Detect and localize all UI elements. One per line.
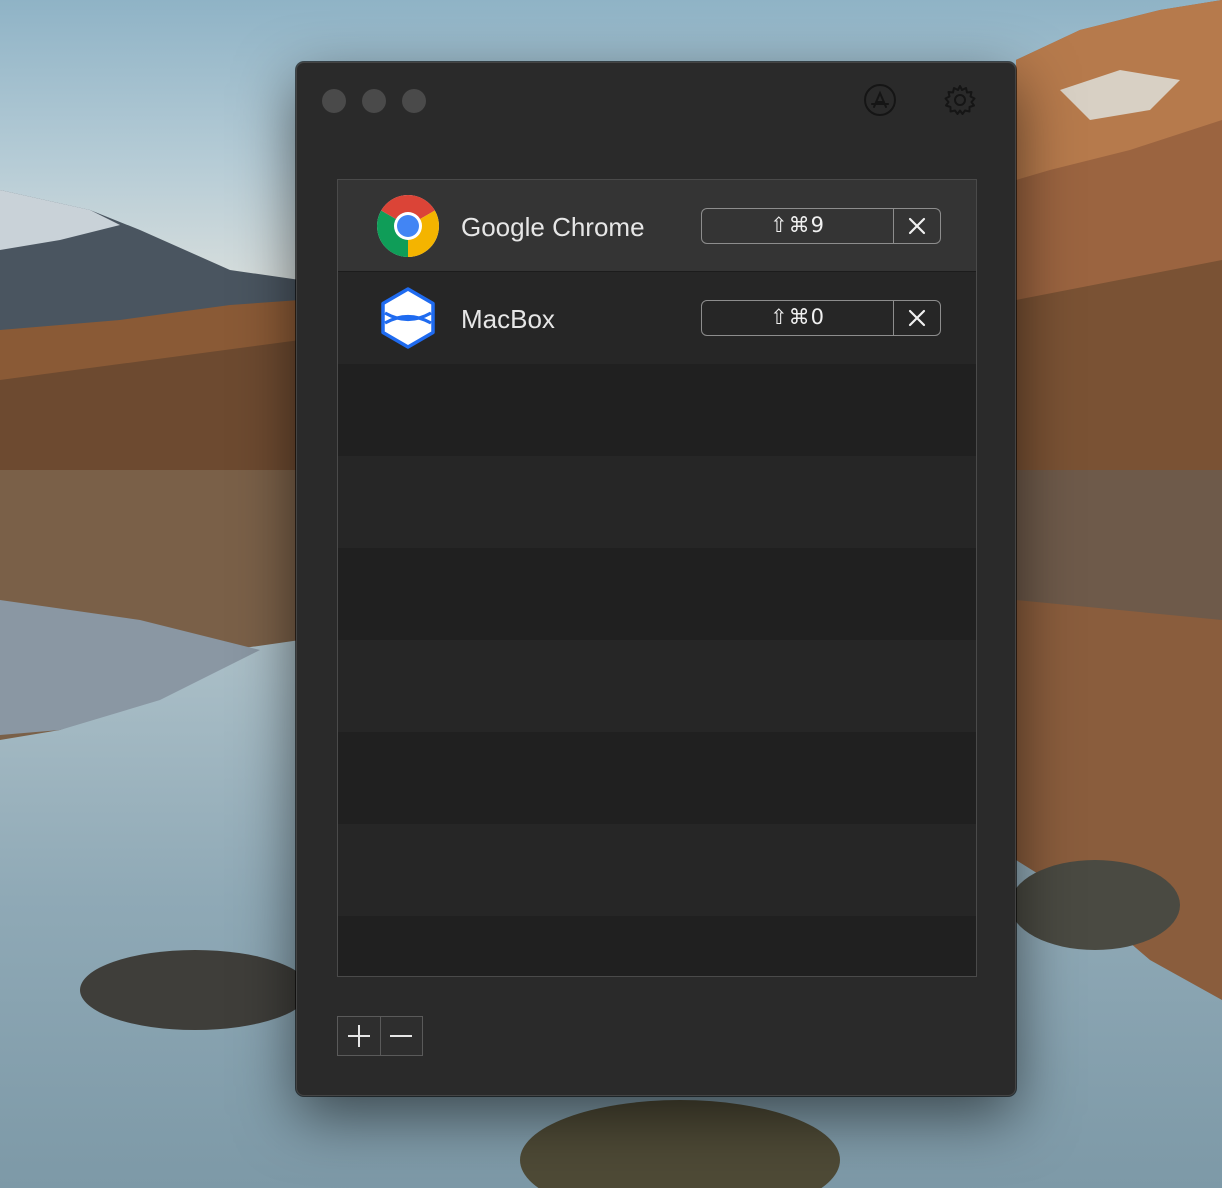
empty-row — [338, 824, 976, 916]
window-controls — [322, 89, 426, 113]
settings-button[interactable] — [943, 83, 977, 117]
zoom-button[interactable] — [402, 89, 426, 113]
app-store-icon — [864, 84, 896, 116]
chrome-icon — [376, 195, 440, 257]
close-button[interactable] — [322, 89, 346, 113]
gear-icon — [944, 85, 976, 115]
plus-icon — [347, 1025, 370, 1047]
macbox-icon — [381, 287, 435, 349]
empty-row — [338, 364, 976, 456]
remove-app-button[interactable] — [379, 1017, 423, 1055]
app-name: MacBox — [461, 304, 555, 334]
minus-icon — [390, 1035, 413, 1037]
app-name: Google Chrome — [461, 212, 645, 242]
wallpaper-rock — [1010, 860, 1180, 950]
shortcut-recorder[interactable]: ⇧⌘9 — [701, 208, 941, 244]
wallpaper-rock — [80, 950, 310, 1030]
add-remove-control — [337, 1016, 423, 1056]
clear-shortcut-button[interactable] — [893, 301, 940, 335]
empty-row — [338, 640, 976, 732]
empty-row — [338, 916, 976, 976]
shortcut-field[interactable]: ⇧⌘0 — [702, 301, 893, 335]
apps-table: Google Chrome ⇧⌘9 MacBox ⇧⌘0 — [337, 179, 977, 977]
add-app-button[interactable] — [338, 1017, 380, 1055]
table-row[interactable]: MacBox ⇧⌘0 — [338, 272, 976, 364]
app-window: Google Chrome ⇧⌘9 MacBox ⇧⌘0 — [296, 62, 1016, 1096]
empty-row — [338, 548, 976, 640]
shortcut-recorder[interactable]: ⇧⌘0 — [701, 300, 941, 336]
clear-shortcut-button[interactable] — [893, 209, 940, 243]
empty-row — [338, 456, 976, 548]
empty-row — [338, 732, 976, 824]
table-row[interactable]: Google Chrome ⇧⌘9 — [338, 180, 976, 272]
minimize-button[interactable] — [362, 89, 386, 113]
close-icon — [908, 309, 926, 327]
app-store-button[interactable] — [863, 83, 897, 117]
close-icon — [908, 217, 926, 235]
shortcut-field[interactable]: ⇧⌘9 — [702, 209, 893, 243]
